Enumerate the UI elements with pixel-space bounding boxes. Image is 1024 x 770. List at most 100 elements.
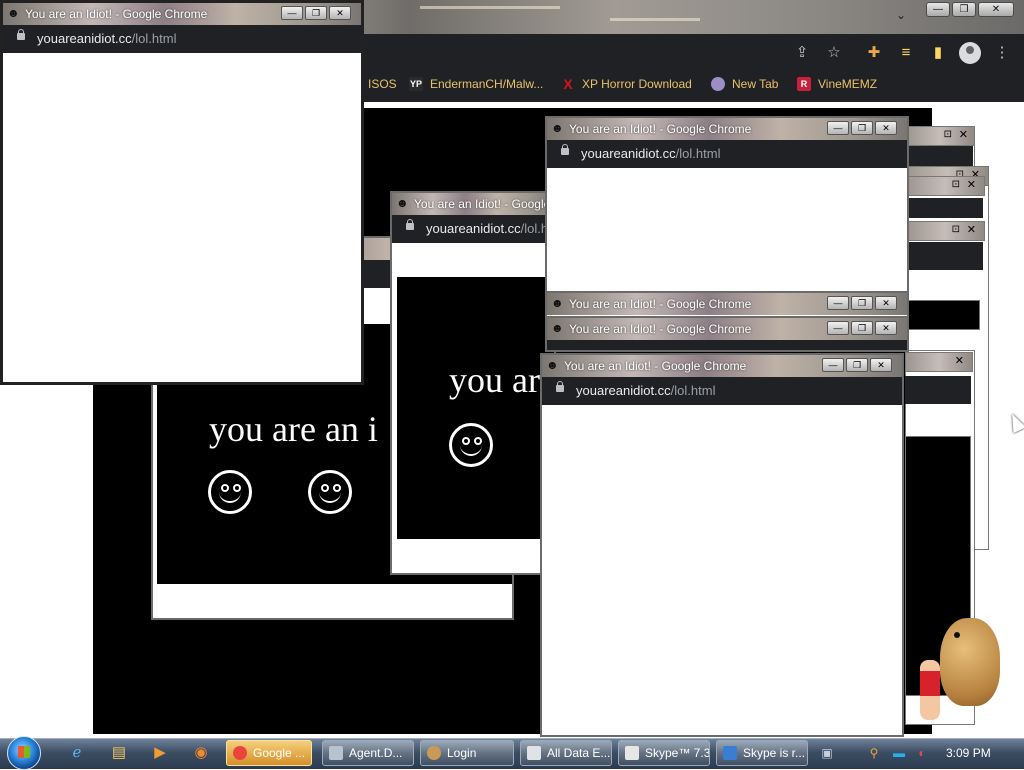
popup-title: You are an Idiot! - Google Chrome [569, 122, 752, 136]
popup-stack-titlebar[interactable]: ⊡ ✕ [905, 176, 985, 196]
profile-avatar-icon[interactable] [959, 42, 981, 64]
bookmark-isos[interactable]: ISOS [368, 77, 397, 91]
bookmark-label: New Tab [732, 77, 779, 91]
search-magnifier-icon[interactable]: ⚲ [867, 746, 881, 760]
popup-stack-edge [905, 300, 980, 330]
popup-url[interactable]: youareanidiot.cc/lol.html [581, 146, 720, 161]
tray-app-icon[interactable]: ▣ [820, 746, 834, 760]
smiley-favicon-icon: ☻ [551, 321, 564, 335]
yp-favicon-icon: YP [409, 77, 423, 91]
popup-title: You are an Idiot! - Google Chrome [569, 297, 752, 311]
bookmark-label: VineMEMZ [818, 77, 878, 91]
popup-stack-urlbar [905, 376, 971, 404]
taskbar-item-login[interactable]: Login [420, 740, 514, 766]
share-icon[interactable]: ⇪ [792, 44, 812, 62]
menu-kebab-icon[interactable]: ⋮ [992, 44, 1012, 62]
popup-titlebar[interactable]: ☻ You are an Idiot! - Google Chrome — ❐ ✕ [547, 118, 907, 140]
media-player-icon[interactable]: ▶ [151, 744, 169, 762]
file-explorer-icon[interactable]: ▤ [110, 744, 128, 762]
popup-window[interactable]: ☻ You are an Idiot! - Google Chrome — ❐ ✕ … [540, 353, 904, 737]
popup-window-controls: — ❐ ✕ [827, 121, 897, 135]
close-button[interactable]: ✕ [978, 2, 1014, 17]
bookmark-label: XP Horror Download [582, 77, 692, 91]
maximize-button[interactable]: ❐ [952, 2, 976, 17]
popup-window[interactable]: ☻ You are an Idiot! - Google Chrome — ❐ ✕ … [545, 116, 909, 306]
chrome-icon [233, 746, 247, 760]
popup-stack-titlebar[interactable]: ✕ [905, 352, 973, 372]
popup-url[interactable]: youareanidiot.cc/lol.html [37, 31, 176, 46]
maximize-button[interactable]: ❐ [851, 121, 873, 135]
window-icon [329, 746, 343, 760]
bookmark-vinememz[interactable]: R VineMEMZ [797, 77, 877, 91]
smiley-favicon-icon: ☻ [546, 358, 559, 372]
maximize-button[interactable]: ❐ [305, 6, 327, 20]
titlebar-streak [420, 6, 560, 9]
popup-stack-urlbar [905, 242, 983, 270]
tab-search-chevron-icon[interactable]: ⌄ [896, 8, 906, 22]
internet-explorer-icon[interactable]: ℯ [68, 744, 86, 762]
popup-url[interactable]: youareanidiot.cc/lol.html [576, 383, 715, 398]
extensions-icon[interactable]: ✚ [864, 44, 884, 62]
popup-stack-titlebar[interactable]: ⊡ ✕ [905, 126, 975, 146]
minimize-button[interactable]: — [926, 2, 950, 17]
network-icon[interactable]: ▬ [892, 746, 906, 760]
firefox-icon[interactable]: ◉ [192, 744, 210, 762]
popup-titlebar[interactable]: ☻ You are an Idiot! - Google Chrome — ❐ ✕ [547, 293, 907, 315]
minimize-button[interactable]: — [827, 121, 849, 135]
popup-black-page [397, 277, 554, 539]
popup-window[interactable]: ☻ You are an Idiot! - Google Chrome — ❐ ✕ [545, 316, 909, 352]
popup-title: You are an Idiot! - Google Chrome [564, 359, 747, 373]
popup-title: You are an Idiot! - Google Chrome [414, 197, 554, 211]
popup-titlebar[interactable]: ☻ You are an Idiot! - Google Chrome — ❐ ✕ [547, 318, 907, 340]
minimize-button[interactable]: — [827, 321, 849, 335]
close-button[interactable]: ✕ [875, 321, 897, 335]
popup-window[interactable]: ☻ You are an Idiot! - Google Chrome — ❐ ✕ … [0, 0, 364, 385]
minimize-button[interactable]: — [827, 296, 849, 310]
user-icon [427, 746, 441, 760]
maximize-button[interactable]: ❐ [846, 358, 868, 372]
volume-icon[interactable]: ◐ [915, 746, 929, 760]
minimize-button[interactable]: — [281, 6, 303, 20]
lock-icon [556, 381, 564, 392]
taskbar-item-skype[interactable]: Skype™ 7.3 [618, 740, 710, 766]
popup-stack-titlebar[interactable]: ⊡ ✕ [905, 221, 985, 241]
popup-titlebar[interactable]: ☻ You are an Idiot! - Google Chrome — ❐ ✕ [542, 355, 902, 377]
window-icon [527, 746, 541, 760]
lock-icon [561, 144, 569, 155]
reading-list-icon[interactable]: ≡ [896, 44, 916, 62]
start-button[interactable] [7, 736, 41, 770]
minimize-button[interactable]: — [822, 358, 844, 372]
popup-address-bar[interactable]: youareanidiot.cc/lol.html [392, 215, 554, 243]
taskbar-item-label: Login [447, 746, 477, 760]
taskbar-item-label: Skype is r... [743, 746, 806, 760]
popup-titlebar[interactable]: ☻ You are an Idiot! - Google Chrome — ❐ ✕ [3, 3, 361, 25]
taskbar-item-label: Agent.D... [349, 746, 403, 760]
close-button[interactable]: ✕ [875, 121, 897, 135]
taskbar-item-chrome[interactable]: Google ... [226, 740, 312, 766]
bookmark-star-icon[interactable]: ☆ [824, 44, 844, 62]
popup-title: You are an Idiot! - Google Chrome [25, 7, 208, 21]
popup-address-bar[interactable]: youareanidiot.cc/lol.html [542, 377, 902, 405]
taskbar-item-skype-status[interactable]: Skype is r... [716, 740, 808, 766]
popup-address-bar[interactable]: youareanidiot.cc/lol.html [3, 25, 361, 53]
maximize-button[interactable]: ❐ [851, 321, 873, 335]
taskbar-item-label: All Data E... [547, 746, 611, 760]
taskbar-item-agent[interactable]: Agent.D... [322, 740, 414, 766]
bookmark-endermanch[interactable]: YP EndermanCH/Malw... [409, 77, 543, 91]
smiley-favicon-icon: ☻ [7, 6, 20, 20]
popup-window[interactable]: ☻ You are an Idiot! - Google Chrome youa… [390, 191, 556, 575]
taskbar-clock[interactable]: 3:09 PM [946, 746, 991, 760]
maximize-button[interactable]: ❐ [851, 296, 873, 310]
close-button[interactable]: ✕ [870, 358, 892, 372]
bookmark-xp-horror[interactable]: X XP Horror Download [561, 76, 692, 92]
smiley-favicon-icon: ☻ [551, 121, 564, 135]
popup-address-bar[interactable]: youareanidiot.cc/lol.html [547, 140, 907, 168]
close-button[interactable]: ✕ [875, 296, 897, 310]
popup-titlebar[interactable]: ☻ You are an Idiot! - Google Chrome [392, 193, 554, 215]
bookmark-new-tab[interactable]: New Tab [711, 77, 778, 91]
smiley-favicon-icon: ☻ [551, 296, 564, 310]
popup-url[interactable]: youareanidiot.cc/lol.html [426, 221, 554, 236]
side-panel-icon[interactable]: ▮ [928, 44, 948, 62]
taskbar-item-all-data[interactable]: All Data E... [520, 740, 612, 766]
close-button[interactable]: ✕ [329, 6, 351, 20]
